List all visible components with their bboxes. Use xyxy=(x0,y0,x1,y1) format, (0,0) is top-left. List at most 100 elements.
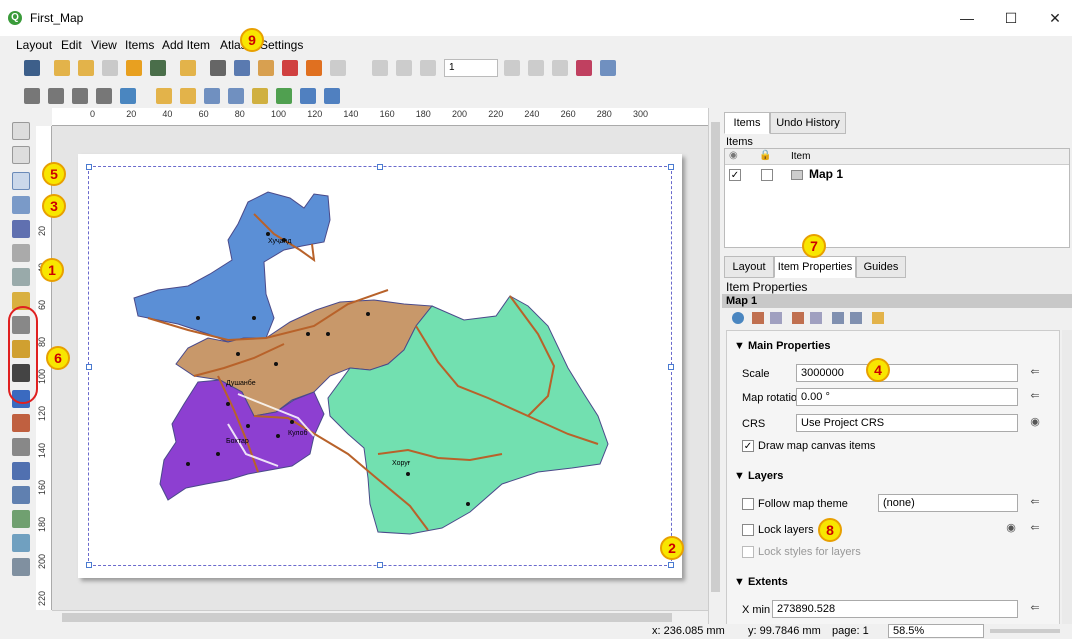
item-lock-checkbox[interactable] xyxy=(761,169,773,181)
set-scale-icon[interactable] xyxy=(792,312,804,324)
data-defined-icon[interactable]: ⇐ xyxy=(1026,600,1044,618)
tab-items[interactable]: Items xyxy=(724,112,770,134)
print-atlas-icon[interactable] xyxy=(552,60,568,76)
zoom-select[interactable]: 58.5% xyxy=(888,624,984,638)
horizontal-scrollbar[interactable] xyxy=(52,610,708,624)
tab-item-properties[interactable]: Item Properties xyxy=(774,256,856,278)
menu-layout[interactable]: Layout xyxy=(16,38,52,52)
zoom-full-icon[interactable] xyxy=(96,88,112,104)
group-icon[interactable] xyxy=(204,88,220,104)
duplicate-layout-icon[interactable] xyxy=(78,60,94,76)
bookmarks-icon[interactable] xyxy=(832,312,844,324)
first-feature-icon[interactable] xyxy=(396,60,412,76)
scrollbar-thumb[interactable] xyxy=(62,613,672,622)
layers-section-header[interactable]: ▼ Layers xyxy=(734,470,783,482)
properties-scrollbar[interactable] xyxy=(1062,330,1072,624)
open-folder-icon[interactable] xyxy=(126,60,142,76)
print-icon[interactable] xyxy=(210,60,226,76)
add-page-icon[interactable] xyxy=(180,60,196,76)
layout-manager-icon[interactable] xyxy=(102,60,118,76)
save-icon[interactable] xyxy=(24,60,40,76)
zoom-in-icon[interactable] xyxy=(24,88,40,104)
lock-layers-checkbox[interactable] xyxy=(742,524,754,536)
maximize-button[interactable]: ☐ xyxy=(996,8,1026,28)
atlas-page-field[interactable]: 1 xyxy=(444,59,498,77)
lock-styles-checkbox[interactable] xyxy=(742,546,754,558)
new-layout-icon[interactable] xyxy=(54,60,70,76)
tab-layout[interactable]: Layout xyxy=(724,256,774,278)
tab-undo-history[interactable]: Undo History xyxy=(770,112,846,134)
data-defined-icon[interactable]: ⇐ xyxy=(1026,494,1044,512)
lock-items-icon[interactable] xyxy=(324,88,340,104)
layout-canvas[interactable]: Хуҷанд Душанбе Бохтар Кулоб Хоруғ xyxy=(52,126,708,610)
save-template-icon[interactable] xyxy=(150,60,166,76)
vertical-scrollbar[interactable] xyxy=(708,108,722,624)
data-defined-icon[interactable]: ⇐ xyxy=(1026,364,1044,382)
atlas-preview-icon[interactable] xyxy=(600,60,616,76)
menu-add-item[interactable]: Add Item xyxy=(162,38,210,52)
select-move-icon[interactable] xyxy=(12,172,30,190)
undo-icon[interactable] xyxy=(306,60,322,76)
close-button[interactable]: ✕ xyxy=(1040,8,1070,28)
export-atlas-icon[interactable] xyxy=(576,60,592,76)
eye-icon[interactable]: ◉ xyxy=(1002,520,1020,538)
scale-input[interactable]: 3000000 xyxy=(796,364,1018,382)
zoom-tool-icon[interactable] xyxy=(12,146,30,164)
map-theme-select[interactable]: (none) xyxy=(878,494,1018,512)
tab-guides[interactable]: Guides xyxy=(856,256,906,278)
distribute-icon[interactable] xyxy=(276,88,292,104)
pan-icon[interactable] xyxy=(12,122,30,140)
add-polyline-icon[interactable] xyxy=(12,486,30,504)
data-defined-icon[interactable]: ⇐ xyxy=(1026,388,1044,406)
map-rotation-input[interactable]: 0.00 ° xyxy=(796,388,1018,406)
refresh-icon[interactable] xyxy=(120,88,136,104)
crs-select[interactable]: Use Project CRS xyxy=(796,414,1018,432)
refresh-map-icon[interactable] xyxy=(732,312,744,324)
main-properties-header[interactable]: ▼ Main Properties xyxy=(734,340,830,352)
ungroup-icon[interactable] xyxy=(228,88,244,104)
lower-items-icon[interactable] xyxy=(180,88,196,104)
export-image-icon[interactable] xyxy=(234,60,250,76)
extents-section-header[interactable]: ▼ Extents xyxy=(734,576,788,588)
edit-nodes-icon[interactable] xyxy=(12,220,30,238)
draw-canvas-checkbox[interactable]: ✓ xyxy=(742,440,754,452)
clipping-icon[interactable] xyxy=(872,312,884,324)
resize-icon[interactable] xyxy=(300,88,316,104)
add-polygon-icon[interactable] xyxy=(12,462,30,480)
add-html-icon[interactable] xyxy=(12,510,30,528)
menu-edit[interactable]: Edit xyxy=(61,38,82,52)
redo-icon[interactable] xyxy=(330,60,346,76)
add-attribute-table-icon[interactable] xyxy=(12,534,30,552)
add-fixed-table-icon[interactable] xyxy=(12,558,30,576)
scrollbar-thumb[interactable] xyxy=(711,122,720,592)
add-shape-icon[interactable] xyxy=(12,414,30,432)
view-scale-icon[interactable] xyxy=(810,312,822,324)
set-extent-icon[interactable] xyxy=(752,312,764,324)
add-marker-icon[interactable] xyxy=(12,438,30,456)
item-visible-checkbox[interactable]: ✓ xyxy=(729,169,741,181)
align-icon[interactable] xyxy=(252,88,268,104)
minimize-button[interactable]: — xyxy=(952,8,982,28)
data-defined-icon[interactable]: ⇐ xyxy=(1026,520,1044,538)
atlas-settings-icon[interactable] xyxy=(372,60,388,76)
menu-items[interactable]: Items xyxy=(125,38,154,52)
follow-theme-checkbox[interactable] xyxy=(742,498,754,510)
next-feature-icon[interactable] xyxy=(504,60,520,76)
raise-items-icon[interactable] xyxy=(156,88,172,104)
add-map-icon[interactable] xyxy=(12,268,30,286)
view-extent-icon[interactable] xyxy=(770,312,782,324)
layout-page[interactable]: Хуҷанд Душанбе Бохтар Кулоб Хоруғ xyxy=(78,154,682,578)
zoom-100-icon[interactable] xyxy=(72,88,88,104)
menu-view[interactable]: View xyxy=(91,38,117,52)
crs-select-icon[interactable]: ◉ xyxy=(1026,414,1044,432)
export-svg-icon[interactable] xyxy=(258,60,274,76)
zoom-slider[interactable] xyxy=(990,629,1060,633)
prev-feature-icon[interactable] xyxy=(420,60,436,76)
move-content-icon[interactable] xyxy=(12,196,30,214)
zoom-out-icon[interactable] xyxy=(48,88,64,104)
labeling-icon[interactable] xyxy=(850,312,862,324)
last-feature-icon[interactable] xyxy=(528,60,544,76)
xmin-input[interactable]: 273890.528 xyxy=(772,600,1018,618)
add-3d-map-icon[interactable] xyxy=(12,244,30,262)
menu-settings[interactable]: Settings xyxy=(260,38,303,52)
